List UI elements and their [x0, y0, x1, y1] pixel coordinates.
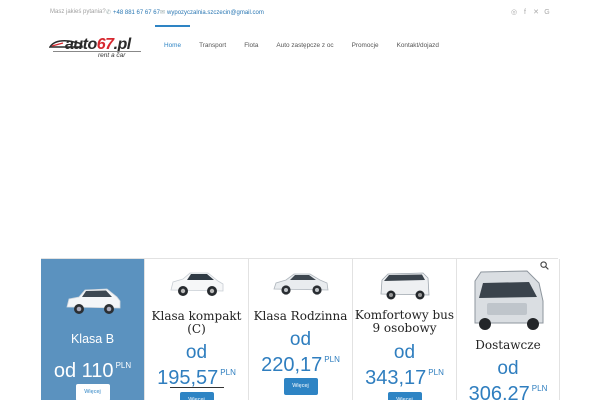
question-text: Masz jakieś pytania?	[50, 9, 106, 15]
card-price: 220,17 PLN	[261, 354, 340, 376]
card-price-prefix: od	[393, 342, 416, 363]
card-price: od 110 PLN	[53, 360, 132, 382]
logo-underline	[53, 51, 141, 52]
more-button[interactable]: Więcej	[387, 392, 422, 400]
card-price: 343,17 PLN	[365, 367, 444, 389]
card-dostawcze[interactable]: Dostawcze od 306,27 PLN	[456, 259, 560, 400]
google-icon[interactable]: G	[544, 8, 550, 17]
card-komfortowy-bus[interactable]: Komfortowy bus 9 osobowy od 343,17 PLN Wi…	[352, 259, 456, 400]
search-icon[interactable]	[540, 261, 549, 270]
top-bar: Masz jakieś pytania? ✆ +48 881 67 67 67 ✉…	[0, 0, 600, 27]
email-address: wypozyczalnia.szczecin@gmail.com	[167, 10, 264, 16]
whatsapp-icon[interactable]: ◎	[511, 8, 517, 17]
hero-area	[0, 60, 600, 258]
card-title: Komfortowy bus 9 osobowy	[354, 308, 455, 335]
site-logo[interactable]: auto67.pl rent a car	[49, 34, 143, 62]
card-title: Dostawcze	[475, 338, 541, 352]
card-title: Klasa Rodzinna	[253, 309, 348, 323]
card-klasa-b[interactable]: Klasa B od 110 PLN Więcej	[41, 259, 144, 400]
social-links: ◎ f ✕ G	[511, 8, 550, 17]
email-link[interactable]: ✉ wypozyczalnia.szczecin@gmail.com	[160, 9, 264, 16]
card-title: Klasa kompakt (C)	[151, 309, 242, 336]
card-price-prefix: od	[289, 329, 312, 350]
facebook-icon[interactable]: f	[522, 8, 528, 17]
more-button[interactable]: Więcej	[283, 378, 318, 395]
card-divider	[169, 387, 224, 388]
car-white-estate-icon	[65, 288, 120, 314]
mail-icon: ✉	[160, 10, 166, 16]
logo-tagline: rent a car	[98, 52, 126, 59]
phone-icon: ✆	[106, 10, 112, 16]
card-klasa-kompakt[interactable]: Klasa kompakt (C) od 195,57 PLN Więcej	[144, 259, 248, 400]
car-silver-sedan-icon	[272, 273, 328, 295]
delivery-van-icon	[474, 270, 544, 330]
card-price-prefix: od	[497, 358, 519, 379]
card-price: 195,57 PLN	[157, 367, 236, 389]
main-navigation: Home Transport Flota Auto zastępcze z oc…	[155, 25, 448, 55]
card-price: 306,27 PLN	[468, 383, 548, 400]
more-button[interactable]: Więcej	[75, 384, 110, 400]
card-price-prefix: od	[185, 342, 208, 363]
car-white-hatchback-icon	[169, 272, 223, 296]
card-klasa-rodzinna[interactable]: Klasa Rodzinna od 220,17 PLN Więcej	[248, 259, 352, 400]
card-title: Klasa B	[70, 332, 115, 346]
phone-number: +48 881 67 67 67	[113, 10, 160, 16]
fleet-cards: Klasa B od 110 PLN Więcej Klasa kompakt (…	[41, 258, 560, 400]
phone-link[interactable]: ✆ +48 881 67 67 67	[106, 9, 160, 16]
x-icon[interactable]: ✕	[533, 8, 539, 17]
more-button[interactable]: Więcej	[179, 392, 214, 400]
minibus-icon	[380, 272, 429, 300]
